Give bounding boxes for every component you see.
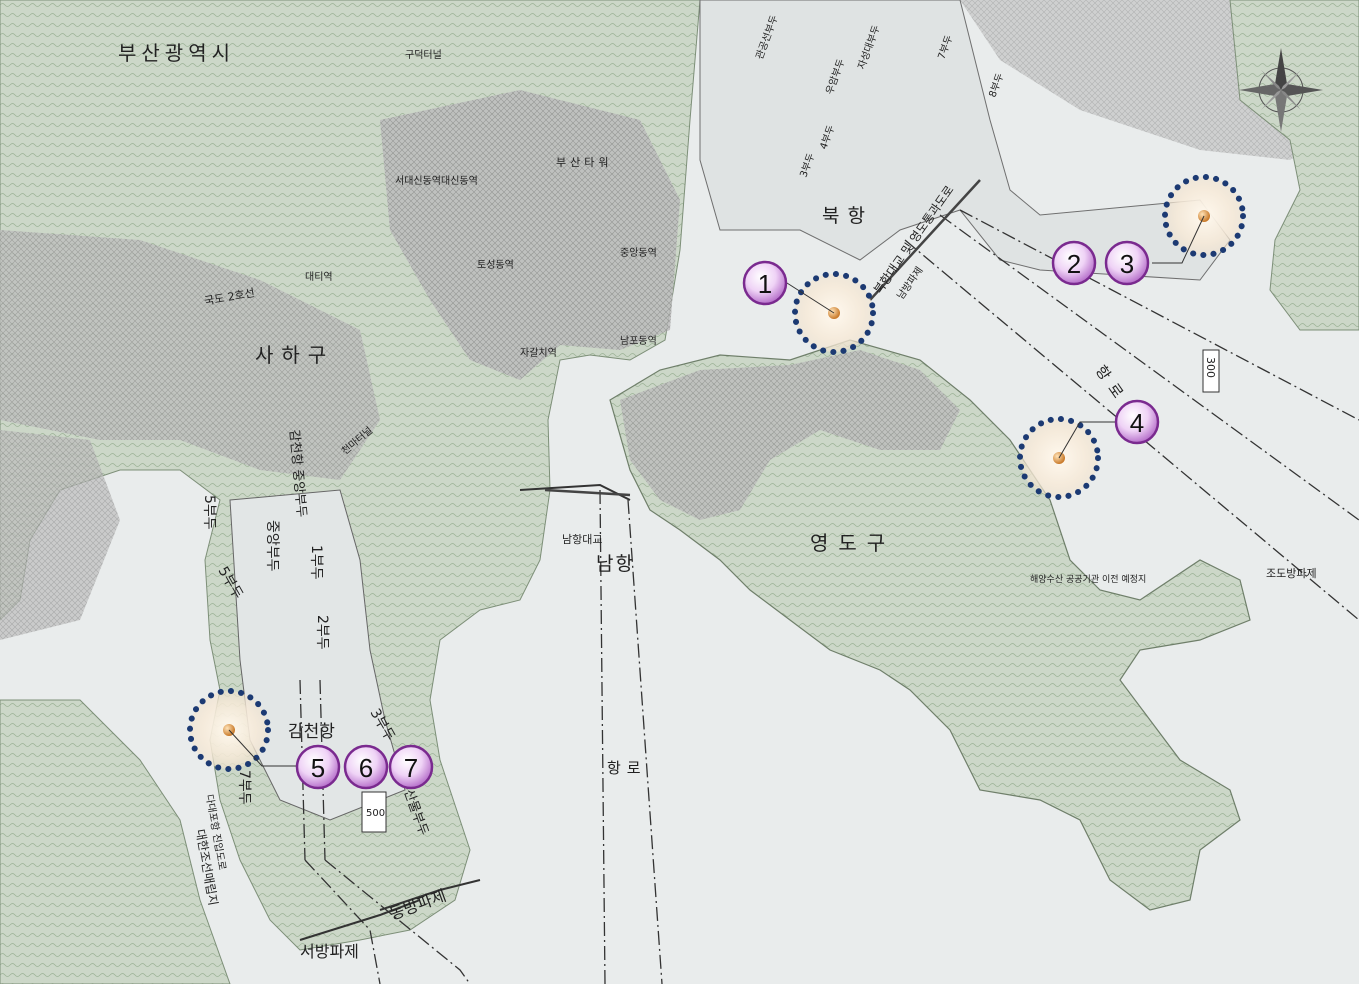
gamcheon-port-label: 감천항 bbox=[288, 722, 335, 742]
marker-badge-number: 2 bbox=[1067, 249, 1081, 279]
namhang-label: 남항 bbox=[596, 553, 635, 575]
seodaeshin-label: 서대신동역대신동역 bbox=[395, 175, 478, 187]
nampo-label: 남포동역 bbox=[620, 335, 657, 347]
pier-2-label: 2부두 bbox=[314, 615, 330, 650]
busan-city-label: 부산광역시 bbox=[118, 41, 235, 65]
namhang-bridge-label: 남항대교 bbox=[562, 533, 602, 546]
marker-badge-number: 3 bbox=[1120, 249, 1134, 279]
bukhang-label: 북항 bbox=[822, 205, 873, 227]
south-route-label: 항로 bbox=[607, 759, 647, 777]
marker-badge-number: 1 bbox=[758, 269, 772, 299]
jodo-breakwater-label: 조도방파제 bbox=[1266, 567, 1317, 580]
marker-badge-5[interactable]: 5 bbox=[295, 744, 341, 790]
marker-badge-2[interactable]: 2 bbox=[1051, 240, 1097, 286]
marker-badge-3[interactable]: 3 bbox=[1104, 240, 1150, 286]
marker-badge-4[interactable]: 4 bbox=[1114, 399, 1160, 445]
depth-300-label: 300 bbox=[1204, 357, 1217, 378]
guduk-tunnel-label: 구덕터널 bbox=[405, 49, 442, 61]
marker-badge-1[interactable]: 1 bbox=[742, 260, 788, 306]
pier-7-label: 7부두 bbox=[236, 770, 252, 805]
daeti-label: 대티역 bbox=[305, 271, 333, 283]
west-breakwater-label: 서방파제 bbox=[300, 942, 359, 961]
marker-badge-number: 4 bbox=[1130, 408, 1144, 438]
pier-5-upper-label: 5부두 bbox=[201, 495, 217, 530]
port-map: 부산광역시 사하구 영도구 북항 남항 감천항 항로 항로 남항대교 북항대교 … bbox=[0, 0, 1359, 984]
marker-badge-number: 7 bbox=[404, 753, 418, 783]
yeongdo-gu-label: 영도구 bbox=[810, 531, 895, 555]
pier-1-label: 1부두 bbox=[308, 545, 324, 580]
marker-badge-6[interactable]: 6 bbox=[343, 744, 389, 790]
toseong-label: 토성동역 bbox=[477, 259, 514, 271]
marker-badge-number: 5 bbox=[311, 753, 325, 783]
marker-badge-number: 6 bbox=[359, 753, 373, 783]
saha-gu-label: 사하구 bbox=[255, 343, 334, 367]
jungang-label: 중앙동역 bbox=[620, 247, 657, 259]
ocean-agency-label: 해양수산 공공기관 이전 예정지 bbox=[1030, 574, 1146, 585]
depth-500-label: 500 bbox=[366, 808, 385, 819]
central-pier-label: 중앙부두 bbox=[264, 520, 280, 572]
marker-badge-7[interactable]: 7 bbox=[388, 744, 434, 790]
jagalchi-label: 자갈치역 bbox=[520, 346, 557, 359]
busan-tower-label: 부산타워 bbox=[556, 156, 612, 169]
